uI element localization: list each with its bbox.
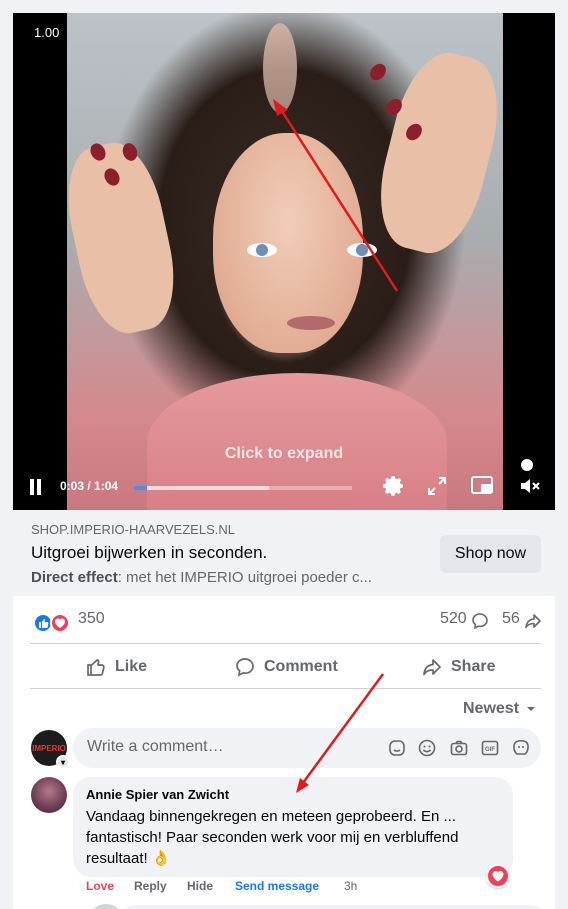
gif-icon[interactable]: GIF <box>480 738 500 758</box>
sort-label: Newest <box>463 700 520 717</box>
chevron-down-icon[interactable]: ▾ <box>56 755 70 769</box>
comment-sort-dropdown[interactable]: Newest <box>463 700 537 718</box>
love-reaction-icon <box>50 613 70 633</box>
like-button[interactable]: Like <box>85 645 147 689</box>
like-icon <box>87 659 105 676</box>
divider <box>30 643 541 644</box>
pause-icon[interactable] <box>29 479 43 495</box>
comment-love-reaction-icon[interactable] <box>486 864 510 888</box>
nail <box>366 60 390 84</box>
playback-speed[interactable]: 1.00 <box>34 25 59 40</box>
comment-bubble: Annie Spier van Zwicht Vandaag binnengek… <box>73 777 513 877</box>
emoji-icon[interactable] <box>417 738 437 758</box>
share-count[interactable]: 56 <box>502 610 520 628</box>
reaction-icons[interactable] <box>33 613 75 633</box>
comment-author[interactable]: Annie Spier van Zwicht <box>86 787 229 802</box>
video-time: 0:03 / 1:04 <box>60 479 119 493</box>
comment-count-icon <box>472 613 488 630</box>
video-hair-part <box>263 23 297 113</box>
comment-composer[interactable]: GIF <box>73 728 541 768</box>
comment-love-button[interactable]: Love <box>86 879 114 893</box>
video-player[interactable]: 1.00 Click to expand 0:03 / 1:04 <box>13 13 555 510</box>
comment-hide-button[interactable]: Hide <box>187 879 213 893</box>
mute-icon[interactable] <box>518 474 542 498</box>
volume-slider-handle[interactable] <box>521 459 533 471</box>
video-progress-bar[interactable] <box>134 486 352 490</box>
caret-down-icon <box>527 707 536 711</box>
share-icon <box>423 659 441 676</box>
share-label: Share <box>451 658 496 675</box>
click-to-expand-overlay[interactable]: Click to expand <box>13 445 555 463</box>
comment-input[interactable] <box>87 738 367 756</box>
link-preview[interactable]: SHOP.IMPERIO-HAARVEZELS.NL Uitgroei bijw… <box>13 510 555 596</box>
share-count-icon <box>525 614 541 629</box>
share-button[interactable]: Share <box>421 645 495 689</box>
reaction-count[interactable]: 350 <box>78 610 105 628</box>
video-hand-left <box>56 135 186 341</box>
video-controls: 0:03 / 1:04 <box>13 459 555 510</box>
video-eye <box>347 243 377 257</box>
comment-text: Vandaag binnengekregen en meteen geprobe… <box>86 808 459 867</box>
settings-icon[interactable] <box>382 474 406 498</box>
link-headline[interactable]: Uitgroei bijwerken in seconden. <box>31 543 267 563</box>
comment-button[interactable]: Comment <box>234 645 338 689</box>
page-avatar[interactable]: IMPERIO ▾ <box>31 730 70 769</box>
avatar-sticker-icon[interactable] <box>511 738 531 758</box>
comment-label: Comment <box>264 658 338 675</box>
reply-avatar[interactable] <box>88 904 124 909</box>
page-avatar-text: IMPERIO <box>32 743 66 753</box>
like-label: Like <box>115 658 148 675</box>
link-description: Direct effect: met het IMPERIO uitgroei … <box>31 569 406 586</box>
post-actions: Like Comment Share <box>13 645 555 689</box>
video-lips <box>287 316 335 330</box>
svg-text:GIF: GIF <box>485 747 495 753</box>
reply-bubble <box>118 905 548 909</box>
video-buffer-fill <box>134 486 270 490</box>
video-frame <box>56 13 512 510</box>
video-progress-fill <box>134 486 148 490</box>
link-description-text: : met het IMPERIO uitgroei poeder c... <box>117 569 372 586</box>
sticker-icon[interactable] <box>387 738 407 758</box>
comment-timestamp[interactable]: 3h <box>344 879 357 893</box>
engagement-stats: 350 520 56 <box>13 596 555 644</box>
shop-now-button[interactable]: Shop now <box>440 535 541 573</box>
link-description-bold: Direct effect <box>31 569 118 586</box>
camera-icon[interactable] <box>449 738 469 758</box>
commenter-avatar[interactable] <box>31 777 67 813</box>
picture-in-picture-icon[interactable] <box>470 475 494 497</box>
send-message-button[interactable]: Send message <box>235 879 319 893</box>
comment-reply-button[interactable]: Reply <box>134 879 167 893</box>
video-hand-right <box>366 43 512 263</box>
video-eye <box>247 243 277 257</box>
post-card: 1.00 Click to expand 0:03 / 1:04 SHOP.IM… <box>13 13 555 909</box>
expand-icon[interactable] <box>426 475 448 497</box>
divider <box>30 688 541 689</box>
comment-count[interactable]: 520 <box>440 610 467 628</box>
comment-icon <box>236 658 254 677</box>
link-domain: SHOP.IMPERIO-HAARVEZELS.NL <box>31 522 235 537</box>
